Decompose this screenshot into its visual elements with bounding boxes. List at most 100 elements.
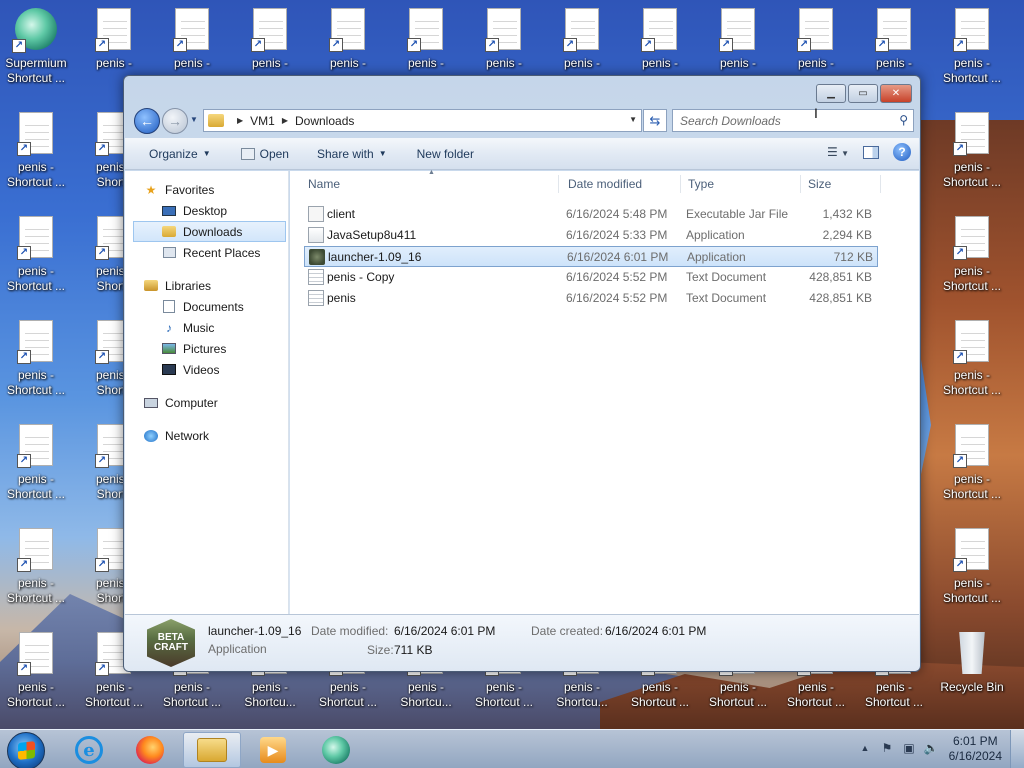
shortcut-arrow-icon: ↗ bbox=[953, 558, 967, 572]
windows-logo-icon bbox=[18, 741, 35, 760]
new-folder-button[interactable]: New folder bbox=[409, 142, 482, 166]
change-view-button[interactable]: ☰ ▼ bbox=[827, 145, 849, 159]
file-type: Application bbox=[686, 228, 745, 242]
clock-time: 6:01 PM bbox=[952, 734, 998, 748]
java-setup-icon bbox=[308, 227, 324, 243]
breadcrumb-chevron-icon[interactable]: ▶ bbox=[237, 116, 243, 125]
share-with-button[interactable]: Share with ▼ bbox=[309, 142, 395, 166]
breadcrumb-vm1[interactable]: VM1 bbox=[250, 114, 275, 128]
shortcut-arrow-icon: ↗ bbox=[17, 142, 31, 156]
desktop-text-shortcut[interactable]: ↗ penis - Shortcut ... bbox=[0, 628, 72, 724]
show-hidden-icons-icon[interactable]: ▲ bbox=[858, 741, 872, 755]
file-row[interactable]: penis - Copy 6/16/2024 5:52 PM Text Docume… bbox=[304, 267, 878, 288]
file-row[interactable]: JavaSetup8u411 6/16/2024 5:33 PM Applicati… bbox=[304, 225, 878, 246]
address-dropdown-icon[interactable]: ▼ bbox=[629, 115, 637, 124]
explorer-window[interactable]: ▁ ▭ ✕ ← → ▼ ▶ VM1 ▶ Downloads ▼ ⇆ ⚲ Orga… bbox=[123, 75, 921, 672]
search-icon[interactable]: ⚲ bbox=[899, 113, 908, 127]
desktop-recycle-bin[interactable]: Recycle Bin bbox=[936, 628, 1008, 724]
recent-pages-dropdown[interactable]: ▼ bbox=[190, 115, 198, 124]
desktop-text-shortcut[interactable]: ↗ penis - Shortcut ... bbox=[0, 108, 72, 204]
desktop-text-shortcut[interactable]: ↗ penis - Shortcut ... bbox=[0, 316, 72, 412]
action-center-flag-icon[interactable]: ⚑ bbox=[880, 741, 894, 755]
search-input[interactable] bbox=[680, 113, 880, 128]
desktop-text-shortcut[interactable]: ↗ penis - Shortcut ... bbox=[0, 524, 72, 620]
nav-pictures-label: Pictures bbox=[183, 341, 227, 356]
desktop-text-shortcut[interactable]: ↗ penis - Shortcut ... bbox=[936, 4, 1008, 100]
column-name[interactable]: Name bbox=[308, 177, 340, 191]
close-button[interactable]: ✕ bbox=[880, 84, 912, 103]
nav-documents[interactable]: Documents bbox=[125, 296, 288, 317]
show-desktop-button[interactable] bbox=[1010, 730, 1024, 768]
desktop-text-shortcut[interactable]: ↗ penis - Shortcut ... bbox=[0, 420, 72, 516]
desktop-icon-label: Supermium Shortcut ... bbox=[5, 56, 67, 85]
file-size: 712 KB bbox=[833, 250, 873, 264]
nav-favorites[interactable]: ★ Favorites bbox=[125, 179, 288, 200]
maximize-icon: ▭ bbox=[858, 88, 868, 99]
file-row[interactable]: client 6/16/2024 5:48 PM Executable Jar Fi… bbox=[304, 204, 878, 225]
desktop-icon-label: penis - Shortcut ... bbox=[6, 264, 66, 293]
taskbar-media-player[interactable]: ▶ bbox=[244, 732, 302, 768]
nav-network[interactable]: Network bbox=[125, 425, 288, 446]
file-row[interactable]: launcher-1.09_16 6/16/2024 6:01 PM Applica… bbox=[304, 246, 878, 267]
shortcut-arrow-icon: ↗ bbox=[17, 662, 31, 676]
desktop-text-shortcut[interactable]: ↗ penis - Shortcut ... bbox=[936, 316, 1008, 412]
shortcut-arrow-icon: ↗ bbox=[953, 454, 967, 468]
text-document-shortcut-icon: ↗ bbox=[797, 8, 833, 52]
address-bar[interactable]: ▶ VM1 ▶ Downloads ▼ bbox=[203, 109, 642, 132]
taskbar-explorer[interactable] bbox=[183, 732, 241, 768]
column-size[interactable]: Size bbox=[808, 177, 831, 191]
taskbar-clock[interactable]: 6:01 PM 6/16/2024 bbox=[949, 734, 1002, 764]
desktop-text-shortcut[interactable]: ↗ penis - Shortcut ... bbox=[936, 524, 1008, 620]
clock-date: 6/16/2024 bbox=[948, 749, 1002, 763]
back-button[interactable]: ← bbox=[134, 108, 160, 134]
taskbar-supermium[interactable] bbox=[307, 732, 365, 768]
nav-desktop[interactable]: Desktop bbox=[125, 200, 288, 221]
nav-libraries[interactable]: Libraries bbox=[125, 275, 288, 296]
file-row[interactable]: penis 6/16/2024 5:52 PM Text Document 428,8… bbox=[304, 288, 878, 309]
open-button[interactable]: Open bbox=[233, 142, 297, 166]
nav-videos[interactable]: Videos bbox=[125, 359, 288, 380]
network-status-icon[interactable]: ▣ bbox=[902, 741, 916, 755]
minimize-button[interactable]: ▁ bbox=[816, 84, 846, 103]
search-box[interactable]: ⚲ bbox=[672, 109, 914, 132]
refresh-button[interactable]: ⇆ bbox=[643, 109, 667, 132]
column-date-modified[interactable]: Date modified bbox=[568, 177, 642, 191]
text-document-shortcut-icon: ↗ bbox=[251, 8, 287, 52]
nav-videos-label: Videos bbox=[183, 362, 220, 377]
forward-button[interactable]: → bbox=[162, 108, 188, 134]
desktop-text-shortcut[interactable]: ↗ penis - Shortcut ... bbox=[936, 212, 1008, 308]
maximize-button[interactable]: ▭ bbox=[848, 84, 878, 103]
desktop-icon-label: penis - bbox=[251, 56, 289, 70]
text-document-shortcut-icon: ↗ bbox=[95, 8, 131, 52]
nav-computer[interactable]: Computer bbox=[125, 392, 288, 413]
volume-muted-icon[interactable]: 🔈 bbox=[924, 741, 939, 755]
desktop-icon-label: penis - Shortcu... bbox=[556, 680, 608, 709]
desktop-icon-label: penis - Shortcut ... bbox=[708, 680, 768, 709]
nav-recent-places[interactable]: Recent Places bbox=[125, 242, 288, 263]
file-date-modified: 6/16/2024 5:33 PM bbox=[566, 228, 668, 242]
breadcrumb-chevron-icon[interactable]: ▶ bbox=[282, 116, 288, 125]
desktop-icon-label: Recycle Bin bbox=[940, 680, 1004, 694]
nav-pictures[interactable]: Pictures bbox=[125, 338, 288, 359]
nav-music[interactable]: ♪ Music bbox=[125, 317, 288, 338]
desktop-text-shortcut[interactable]: ↗ penis - Shortcut ... bbox=[936, 108, 1008, 204]
breadcrumb-downloads[interactable]: Downloads bbox=[295, 114, 354, 128]
help-button[interactable]: ? bbox=[893, 143, 911, 161]
preview-pane-button[interactable] bbox=[863, 145, 879, 159]
desktop-text-shortcut[interactable]: ↗ penis - Shortcut ... bbox=[936, 420, 1008, 516]
shortcut-arrow-icon: ↗ bbox=[953, 38, 967, 52]
nav-network-label: Network bbox=[165, 428, 210, 443]
taskbar-internet-explorer[interactable]: e bbox=[60, 732, 118, 768]
desktop-supermium-shortcut[interactable]: ↗ Supermium Shortcut ... bbox=[0, 4, 72, 100]
file-date-modified: 6/16/2024 5:48 PM bbox=[566, 207, 668, 221]
column-type[interactable]: Type bbox=[688, 177, 714, 191]
organize-button[interactable]: Organize ▼ bbox=[141, 142, 219, 166]
chevron-down-icon: ▼ bbox=[202, 149, 211, 158]
desktop-icon-label: penis - Shortcut ... bbox=[318, 680, 378, 709]
taskbar-firefox[interactable] bbox=[121, 732, 179, 768]
start-button[interactable] bbox=[7, 732, 45, 768]
file-type: Text Document bbox=[686, 270, 767, 284]
file-type: Text Document bbox=[686, 291, 767, 305]
desktop-text-shortcut[interactable]: ↗ penis - Shortcut ... bbox=[0, 212, 72, 308]
nav-downloads[interactable]: Downloads bbox=[133, 221, 286, 242]
